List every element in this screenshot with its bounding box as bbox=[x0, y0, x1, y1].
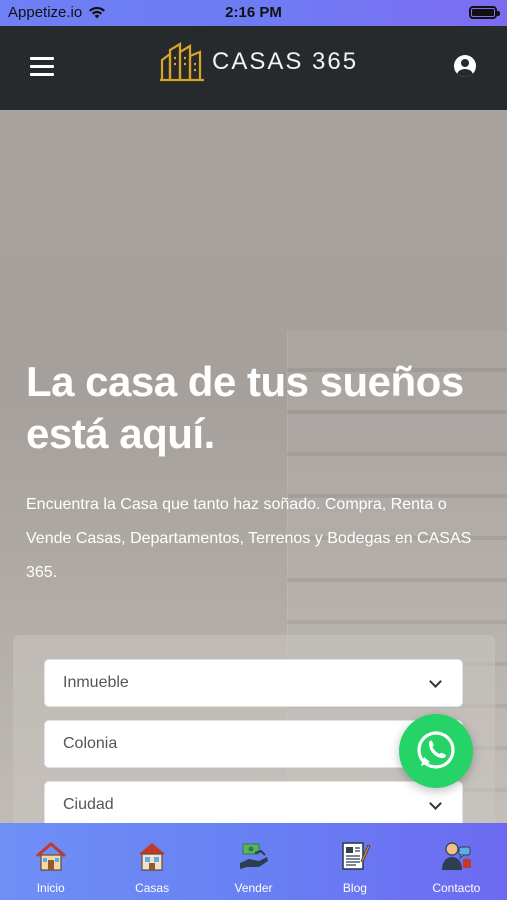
hero-title: La casa de tus sueños está aquí. bbox=[26, 356, 486, 460]
nav-label-contacto: Contacto bbox=[432, 881, 481, 895]
ciudad-select-label: Ciudad bbox=[63, 796, 114, 813]
contact-icon bbox=[442, 842, 472, 870]
hero-description: Encuentra la Casa que tanto haz soñado. … bbox=[26, 496, 472, 581]
app-header: CASAS 365 bbox=[0, 26, 507, 110]
nav-item-contacto[interactable]: Contacto bbox=[406, 823, 507, 900]
nav-item-inicio[interactable]: Inicio bbox=[0, 823, 101, 900]
hero-title-line2: está aquí. bbox=[26, 410, 215, 457]
status-time: 2:16 PM bbox=[225, 4, 282, 21]
chevron-down-icon bbox=[429, 675, 442, 688]
nav-item-vender[interactable]: Vender bbox=[203, 823, 304, 900]
hero-title-line1: La casa de tus sueños bbox=[26, 358, 464, 405]
ciudad-select[interactable]: Ciudad bbox=[44, 781, 463, 829]
nav-label-inicio: Inicio bbox=[36, 881, 65, 895]
blog-icon bbox=[342, 842, 371, 870]
buildings-logo-icon bbox=[160, 42, 204, 82]
nav-item-casas[interactable]: Casas bbox=[101, 823, 202, 900]
inmueble-select-label: Inmueble bbox=[63, 674, 129, 691]
chevron-down-icon bbox=[429, 797, 442, 810]
user-account-icon[interactable] bbox=[454, 55, 476, 77]
hamburger-menu-icon[interactable] bbox=[30, 57, 54, 77]
brand-logo[interactable]: CASAS 365 bbox=[160, 42, 358, 82]
inmueble-select[interactable]: Inmueble bbox=[44, 659, 463, 707]
status-bar: Appetize.io 2:16 PM bbox=[0, 0, 507, 26]
nav-label-blog: Blog bbox=[342, 881, 367, 895]
nav-item-blog[interactable]: Blog bbox=[304, 823, 405, 900]
battery-icon bbox=[469, 6, 500, 19]
whatsapp-icon bbox=[417, 731, 455, 769]
nav-label-vender: Vender bbox=[234, 881, 273, 895]
home-icon bbox=[35, 842, 66, 871]
brand-name: CASAS 365 bbox=[212, 48, 359, 75]
bottom-navigation: Inicio Casas Vender Blog Contacto bbox=[0, 823, 507, 900]
whatsapp-button[interactable] bbox=[399, 714, 473, 788]
colonia-select-label: Colonia bbox=[63, 735, 118, 752]
house-icon bbox=[139, 843, 166, 871]
money-hand-icon bbox=[239, 843, 268, 869]
nav-label-casas: Casas bbox=[135, 881, 170, 895]
